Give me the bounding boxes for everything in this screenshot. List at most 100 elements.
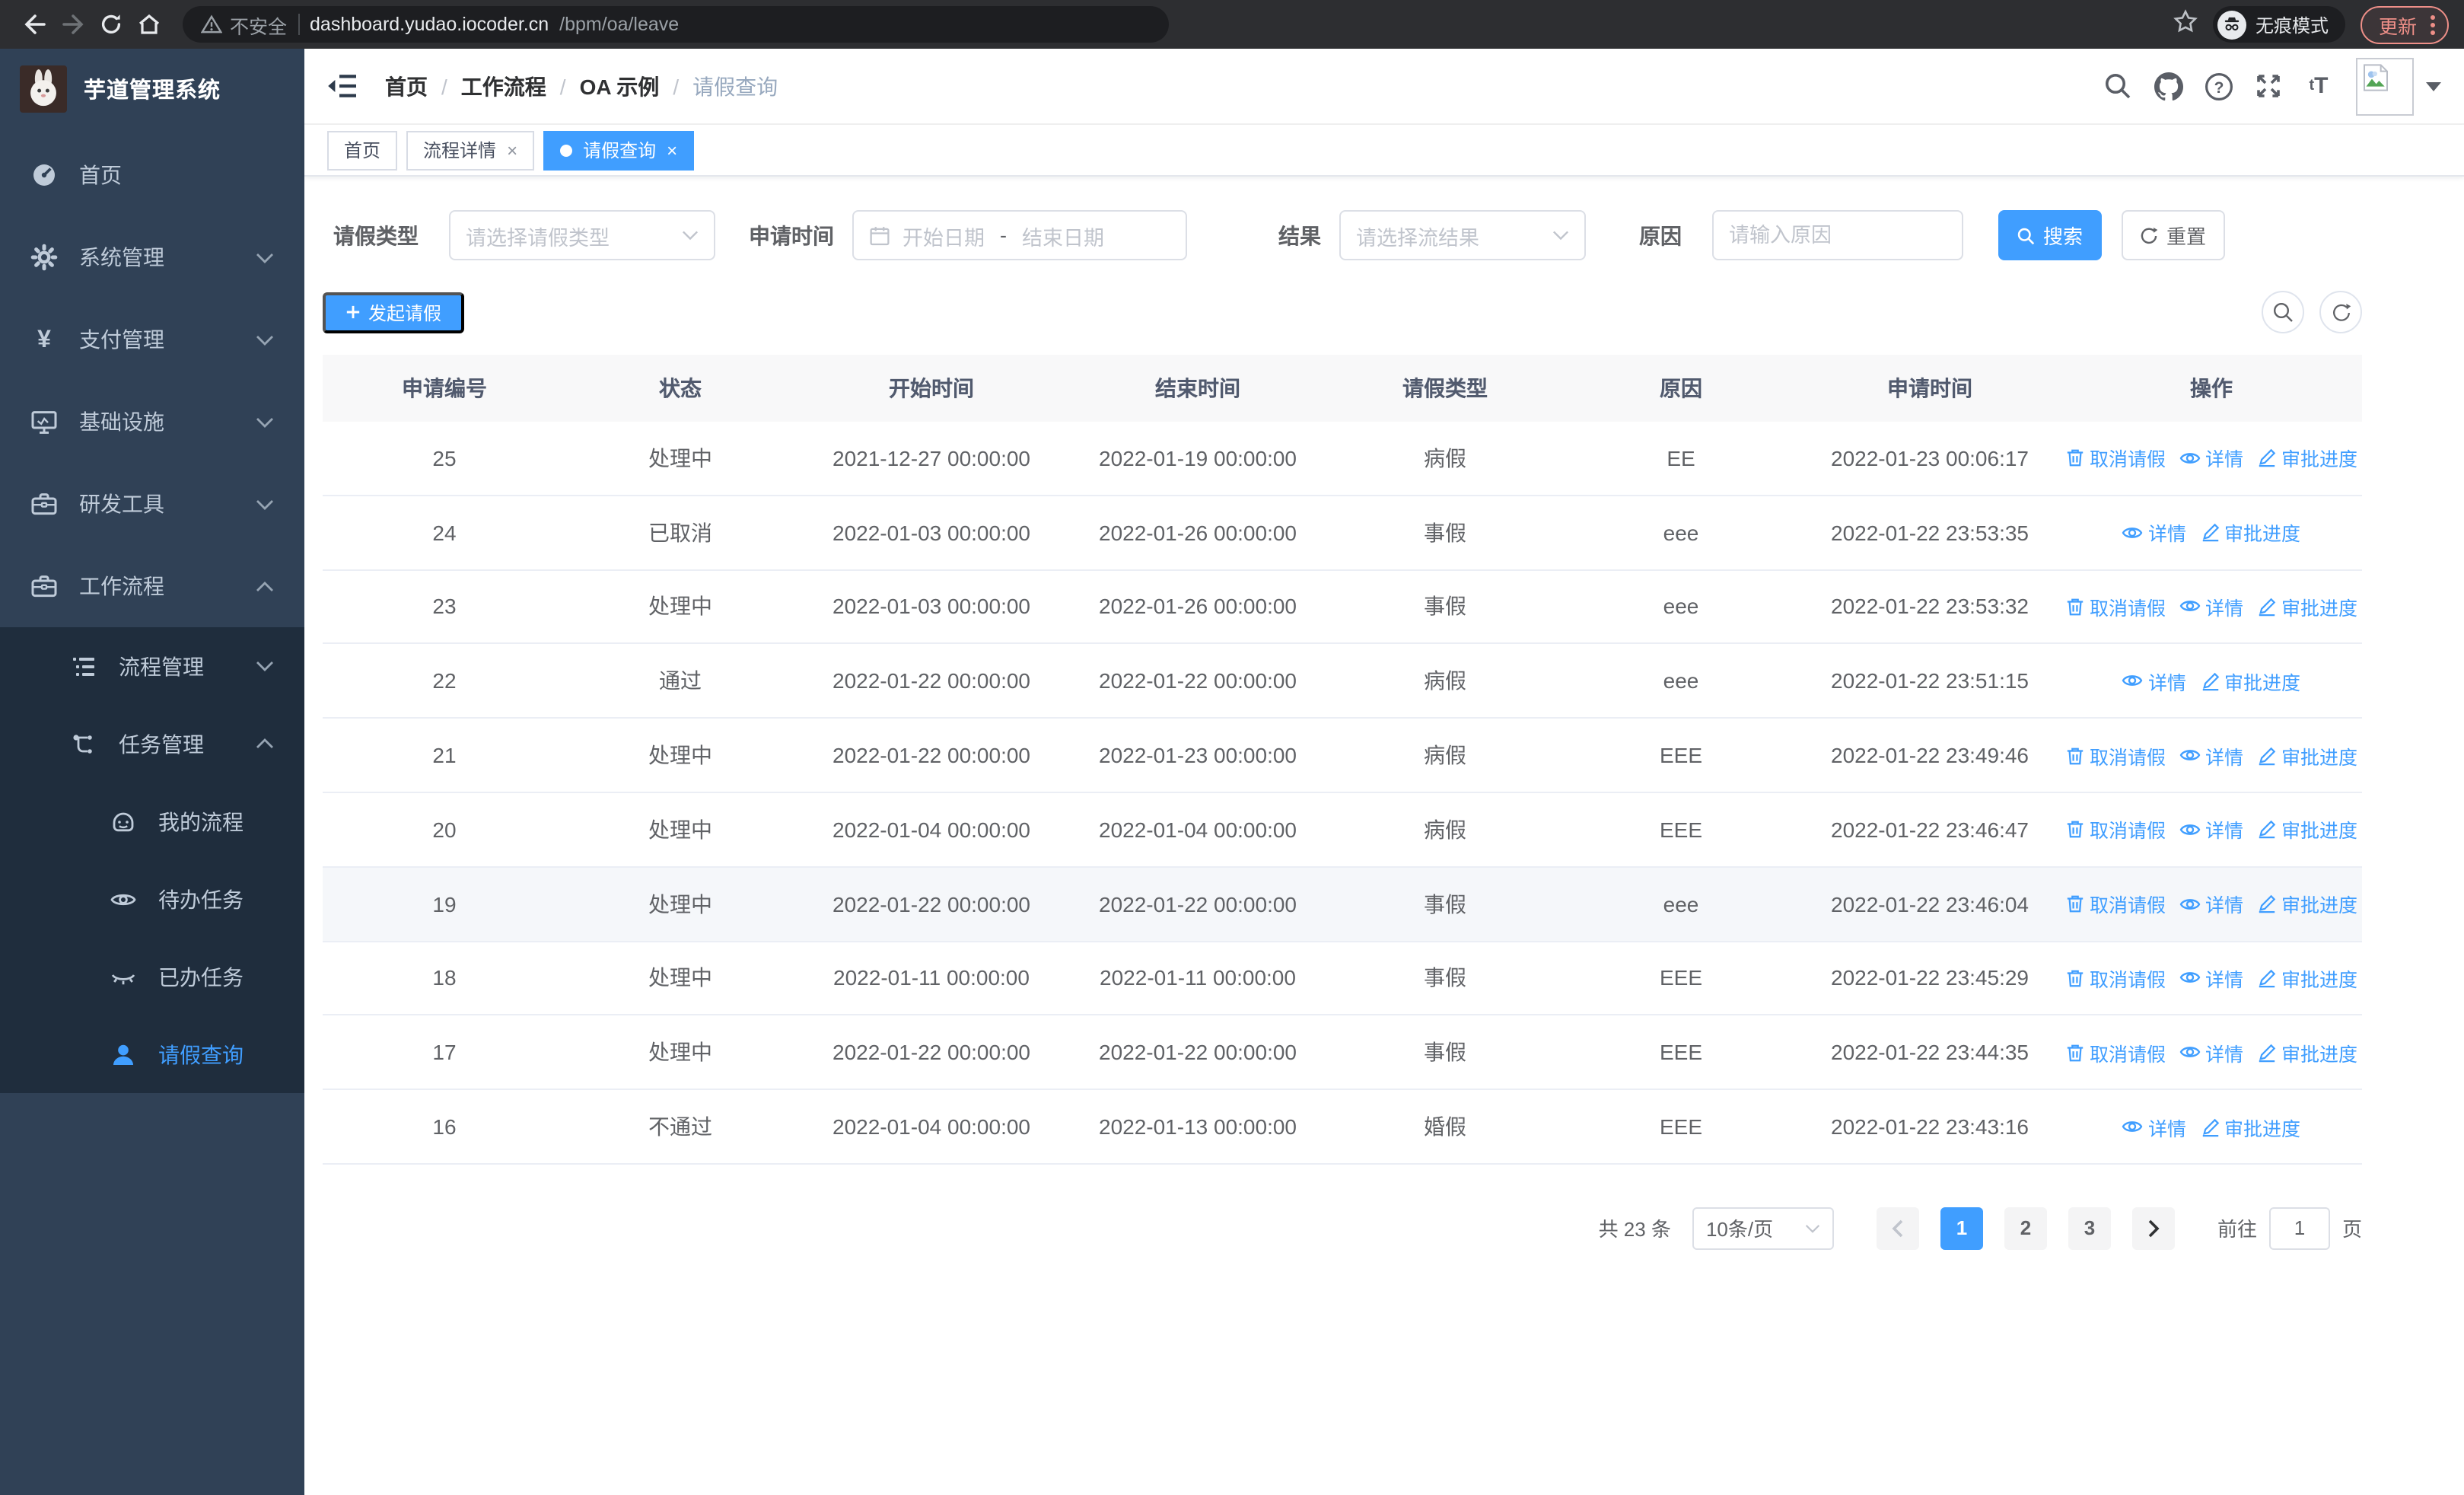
browser-forward-icon[interactable] bbox=[53, 5, 91, 43]
cancel-leave-link[interactable]: 取消请假 bbox=[2065, 964, 2166, 993]
detail-link[interactable]: 详情 bbox=[2179, 1038, 2243, 1067]
reset-button[interactable]: 重置 bbox=[2122, 210, 2225, 260]
browser-menu-dots-icon[interactable] bbox=[2431, 14, 2435, 34]
column-header: 原因 bbox=[1660, 376, 1702, 400]
approval-progress-link[interactable]: 审批进度 bbox=[2257, 964, 2357, 993]
sidebar-collapse-icon[interactable] bbox=[327, 73, 358, 99]
avatar[interactable] bbox=[2356, 57, 2414, 115]
approval-progress-link[interactable]: 审批进度 bbox=[2200, 518, 2300, 547]
browser-reload-icon[interactable] bbox=[91, 5, 129, 43]
action-label: 审批进度 bbox=[2281, 821, 2358, 843]
goto-page-input[interactable] bbox=[2268, 1207, 2330, 1250]
approval-progress-link[interactable]: 审批进度 bbox=[2257, 889, 2357, 918]
browser-back-icon[interactable] bbox=[15, 5, 53, 43]
help-icon[interactable]: ? bbox=[2193, 71, 2243, 101]
detail-link[interactable]: 详情 bbox=[2179, 444, 2243, 473]
cancel-leave-link[interactable]: 取消请假 bbox=[2065, 741, 2166, 770]
sidebar-item-process-management[interactable]: 流程管理 bbox=[0, 627, 304, 705]
detail-link[interactable]: 详情 bbox=[2122, 1112, 2186, 1141]
breadcrumb-oa-example[interactable]: OA 示例 bbox=[580, 71, 660, 101]
font-size-icon[interactable]: tT bbox=[2294, 73, 2344, 99]
workflow-submenu: 流程管理 任务管理 我的流程 待办任务 已办任务 请假查询 bbox=[0, 627, 304, 1093]
chevron-down-icon bbox=[256, 334, 274, 345]
sidebar-item-leave-query[interactable]: 请假查询 bbox=[0, 1015, 304, 1093]
github-icon[interactable] bbox=[2143, 71, 2193, 101]
browser-update-button[interactable]: 更新 bbox=[2360, 5, 2449, 43]
sidebar-item-label: 流程管理 bbox=[119, 654, 204, 678]
leave-type-select[interactable]: 请选择请假类型 bbox=[449, 210, 715, 260]
table-refresh-button[interactable] bbox=[2319, 291, 2362, 333]
cancel-leave-link[interactable]: 取消请假 bbox=[2065, 592, 2166, 621]
sidebar-item-dev-tools[interactable]: 研发工具 bbox=[0, 463, 304, 545]
detail-link[interactable]: 详情 bbox=[2179, 592, 2243, 621]
url-bar[interactable]: 不安全 dashboard.yudao.iocoder.cn/bpm/oa/le… bbox=[183, 6, 1169, 43]
action-label: 审批进度 bbox=[2281, 969, 2358, 991]
reason-input[interactable] bbox=[1712, 210, 1963, 260]
cell-end: 2022-01-04 00:00:00 bbox=[1099, 817, 1297, 842]
cancel-leave-link[interactable]: 取消请假 bbox=[2065, 889, 2166, 918]
tab-leave-query[interactable]: 请假查询 × bbox=[543, 130, 695, 170]
pagination-total: 共 23 条 bbox=[1598, 1218, 1671, 1242]
cancel-leave-link[interactable]: 取消请假 bbox=[2065, 444, 2166, 473]
page-size-select[interactable]: 10条/页 bbox=[1692, 1207, 1834, 1250]
table-search-toggle-button[interactable] bbox=[2262, 291, 2304, 333]
approval-progress-link[interactable]: 审批进度 bbox=[2200, 1112, 2300, 1141]
approval-progress-link[interactable]: 审批进度 bbox=[2257, 741, 2357, 770]
page-button-2[interactable]: 2 bbox=[2004, 1207, 2047, 1250]
approval-progress-link[interactable]: 审批进度 bbox=[2200, 667, 2300, 696]
page-button-1[interactable]: 1 bbox=[1940, 1207, 1983, 1250]
fullscreen-icon[interactable] bbox=[2243, 72, 2294, 100]
approval-progress-link[interactable]: 审批进度 bbox=[2257, 592, 2357, 621]
bookmark-star-icon[interactable] bbox=[2173, 8, 2198, 40]
sidebar-item-system-management[interactable]: 系统管理 bbox=[0, 216, 304, 298]
eye-icon bbox=[2122, 671, 2144, 692]
cell-id: 23 bbox=[432, 594, 457, 619]
sidebar-item-done-tasks[interactable]: 已办任务 bbox=[0, 938, 304, 1015]
approval-progress-link[interactable]: 审批进度 bbox=[2257, 815, 2357, 844]
sidebar-item-infrastructure[interactable]: 基础设施 bbox=[0, 381, 304, 463]
caret-down-icon[interactable] bbox=[2426, 81, 2441, 91]
detail-link[interactable]: 详情 bbox=[2179, 964, 2243, 993]
sidebar-item-home[interactable]: 首页 bbox=[0, 134, 304, 216]
cancel-leave-link[interactable]: 取消请假 bbox=[2065, 1038, 2166, 1067]
apply-time-range-picker[interactable]: 开始日期 - 结束日期 bbox=[852, 210, 1187, 260]
page-button-3[interactable]: 3 bbox=[2068, 1207, 2111, 1250]
cell-actions: 取消请假 详情 审批进度 bbox=[2061, 964, 2362, 993]
cell-status: 已取消 bbox=[648, 520, 712, 545]
active-tab-dot bbox=[560, 144, 573, 156]
sidebar-item-task-management[interactable]: 任务管理 bbox=[0, 705, 304, 783]
next-page-button[interactable] bbox=[2131, 1207, 2175, 1250]
create-leave-button[interactable]: 发起请假 bbox=[323, 292, 465, 333]
cell-status: 处理中 bbox=[648, 891, 712, 916]
sidebar-item-workflow[interactable]: 工作流程 bbox=[0, 545, 304, 627]
breadcrumb-home[interactable]: 首页 bbox=[385, 71, 428, 101]
approval-progress-link[interactable]: 审批进度 bbox=[2257, 444, 2357, 473]
browser-home-icon[interactable] bbox=[129, 5, 167, 43]
tab-home[interactable]: 首页 bbox=[327, 130, 398, 170]
search-button[interactable]: 搜索 bbox=[1998, 210, 2102, 260]
sidebar-item-my-processes[interactable]: 我的流程 bbox=[0, 783, 304, 860]
user-icon bbox=[110, 1041, 137, 1068]
approval-progress-link[interactable]: 审批进度 bbox=[2257, 1038, 2357, 1067]
cell-start: 2022-01-03 00:00:00 bbox=[832, 594, 1030, 619]
search-icon[interactable] bbox=[2093, 72, 2143, 100]
breadcrumb-workflow[interactable]: 工作流程 bbox=[461, 71, 546, 101]
tab-process-detail[interactable]: 流程详情 × bbox=[406, 130, 535, 170]
prev-page-button[interactable] bbox=[1876, 1207, 1919, 1250]
site-security-indicator[interactable]: 不安全 bbox=[201, 10, 287, 39]
close-icon[interactable]: × bbox=[667, 139, 677, 161]
detail-link[interactable]: 详情 bbox=[2122, 667, 2186, 696]
detail-link[interactable]: 详情 bbox=[2179, 889, 2243, 918]
sidebar-item-payment-management[interactable]: ¥ 支付管理 bbox=[0, 298, 304, 381]
detail-link[interactable]: 详情 bbox=[2179, 815, 2243, 844]
cell-type: 病假 bbox=[1424, 445, 1466, 470]
cancel-leave-link[interactable]: 取消请假 bbox=[2065, 815, 2166, 844]
sidebar-item-todo-tasks[interactable]: 待办任务 bbox=[0, 860, 304, 938]
detail-link[interactable]: 详情 bbox=[2122, 518, 2186, 547]
detail-link[interactable]: 详情 bbox=[2179, 741, 2243, 770]
eye-icon bbox=[2122, 1116, 2144, 1137]
cell-applied: 2022-01-22 23:46:04 bbox=[1831, 891, 2029, 916]
trash-icon bbox=[2065, 1043, 2085, 1063]
result-select[interactable]: 请选择流结果 bbox=[1339, 210, 1586, 260]
close-icon[interactable]: × bbox=[507, 139, 517, 161]
